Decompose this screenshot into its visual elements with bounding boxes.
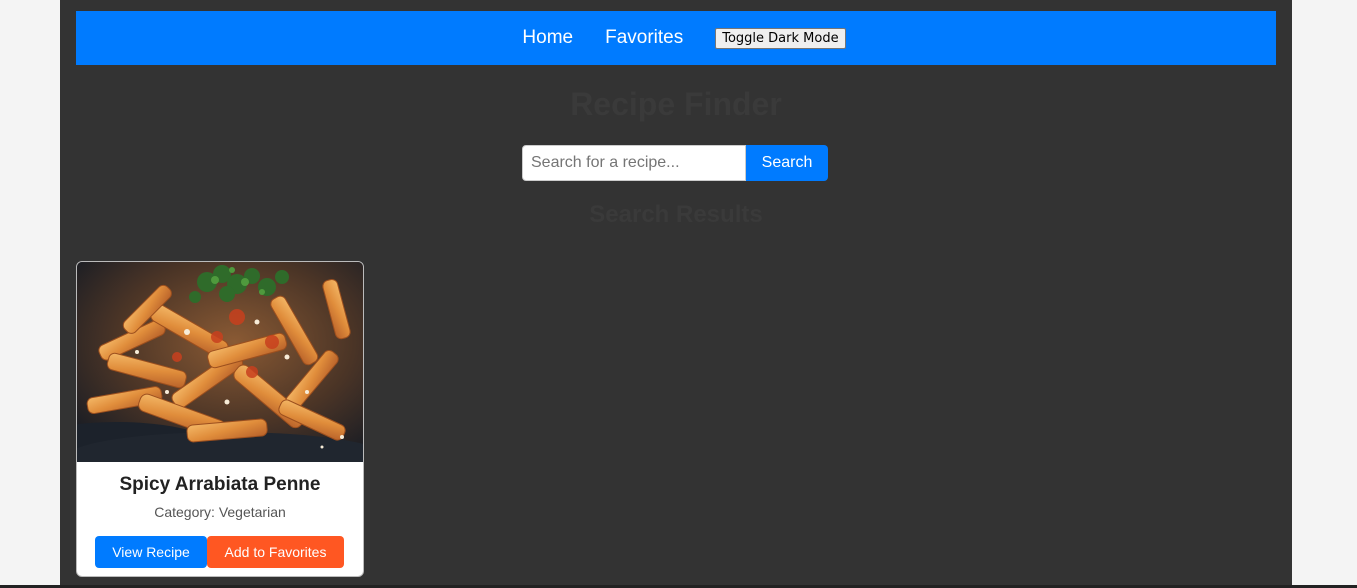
navbar: Home Favorites Toggle Dark Mode bbox=[76, 11, 1276, 65]
nav-home-link[interactable]: Home bbox=[522, 27, 573, 49]
recipe-actions: View Recipe Add to Favorites bbox=[95, 536, 344, 568]
nav-favorites-link[interactable]: Favorites bbox=[605, 27, 683, 49]
search-bar: Search bbox=[522, 145, 828, 181]
recipe-title: Spicy Arrabiata Penne bbox=[119, 474, 321, 495]
search-button[interactable]: Search bbox=[746, 145, 828, 181]
recipe-card: Spicy Arrabiata Penne Category: Vegetari… bbox=[76, 261, 364, 577]
search-input[interactable] bbox=[522, 145, 746, 181]
add-to-favorites-button[interactable]: Add to Favorites bbox=[207, 536, 344, 568]
page-title: Recipe Finder bbox=[570, 86, 782, 122]
recipe-category: Category: Vegetarian bbox=[154, 504, 286, 520]
view-recipe-button[interactable]: View Recipe bbox=[95, 536, 207, 568]
app-container: Home Favorites Toggle Dark Mode Recipe F… bbox=[60, 0, 1292, 588]
recipe-image bbox=[77, 262, 363, 462]
toggle-dark-mode-button[interactable]: Toggle Dark Mode bbox=[715, 27, 846, 49]
pasta-dish-photo-icon bbox=[77, 262, 363, 462]
results-heading: Search Results bbox=[589, 201, 763, 228]
